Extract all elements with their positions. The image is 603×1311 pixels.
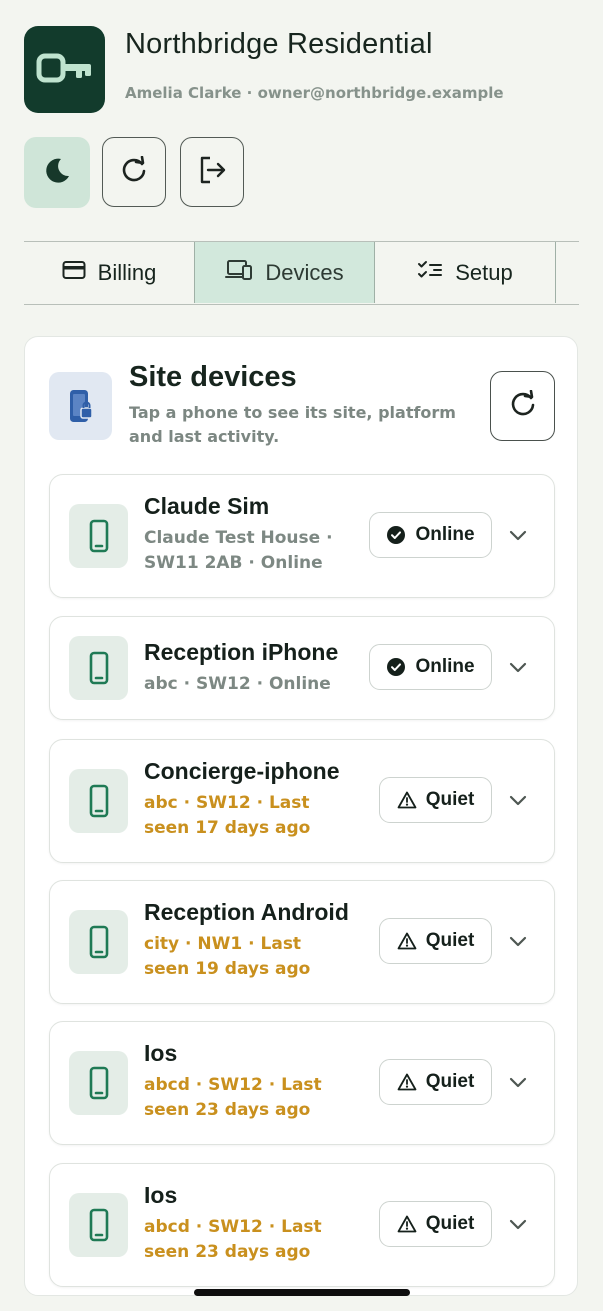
device-name: Ios <box>144 1182 178 1208</box>
status-badge: Quiet <box>379 777 492 823</box>
card-title: Site devices <box>129 361 297 393</box>
chevron-down-icon[interactable] <box>506 523 530 547</box>
phone-icon <box>69 1051 128 1115</box>
chevron-down-icon[interactable] <box>506 1070 530 1094</box>
phone-icon <box>69 910 128 974</box>
check-circle-icon <box>386 657 406 677</box>
status-label: Quiet <box>425 1213 475 1234</box>
checklist-icon <box>417 260 443 286</box>
status-badge: Quiet <box>379 1201 492 1247</box>
device-row[interactable]: Concierge-iphone abc · SW12 · Last seen 1… <box>49 739 555 863</box>
status-badge: Online <box>369 512 492 558</box>
status-label: Quiet <box>425 789 475 810</box>
card-subtitle: Tap a phone to see its site, platform an… <box>129 403 456 446</box>
section-tabs: Billing Devices Setup <box>24 241 579 305</box>
device-name: Ios <box>144 1040 178 1066</box>
refresh-icon <box>509 389 537 422</box>
device-row[interactable]: Reception Android city · NW1 · Last seen … <box>49 880 555 1004</box>
status-badge: Quiet <box>379 1059 492 1105</box>
status-badge: Online <box>369 644 492 690</box>
account-subtitle: Amelia Clarke · owner@northbridge.exampl… <box>125 84 504 102</box>
device-row[interactable]: Claude Sim Claude Test House · SW11 2AB ·… <box>49 474 555 598</box>
device-name: Reception iPhone <box>144 639 339 665</box>
tab-setup-label: Setup <box>455 259 513 285</box>
status-label: Online <box>415 524 475 545</box>
home-indicator <box>194 1289 410 1296</box>
status-badge: Quiet <box>379 918 492 964</box>
sign-out-icon <box>197 155 227 189</box>
device-name: Concierge-iphone <box>144 758 340 784</box>
device-row[interactable]: Ios abcd · SW12 · Last seen 23 days ago Qu… <box>49 1021 555 1145</box>
card-header: Site devices Tap a phone to see its site… <box>25 337 577 467</box>
device-meta: abcd · SW12 · Last seen 23 days ago <box>144 1217 322 1262</box>
app-logo <box>24 26 105 113</box>
site-devices-card: Site devices Tap a phone to see its site… <box>24 336 578 1296</box>
chevron-down-icon[interactable] <box>506 929 530 953</box>
device-name: Reception Android <box>144 899 349 925</box>
phone-lock-icon <box>49 372 112 440</box>
chevron-down-icon[interactable] <box>506 655 530 679</box>
app-header: Northbridge Residential Amelia Clarke · … <box>24 26 583 116</box>
moon-icon <box>42 156 72 190</box>
sign-out-button[interactable] <box>180 137 244 207</box>
warning-icon <box>397 932 417 950</box>
check-circle-icon <box>386 525 406 545</box>
tab-devices-label: Devices <box>265 259 344 285</box>
tab-setup[interactable]: Setup <box>375 242 556 303</box>
theme-toggle-button[interactable] <box>24 137 90 208</box>
device-meta: Claude Test House · SW11 2AB · Online <box>144 528 333 573</box>
phone-icon <box>69 636 128 700</box>
refresh-button[interactable] <box>102 137 166 207</box>
refresh-icon <box>120 155 148 188</box>
phone-icon <box>69 769 128 833</box>
device-row[interactable]: Reception iPhone abc · SW12 · Online Onlin… <box>49 616 555 720</box>
tab-billing-label: Billing <box>97 259 157 285</box>
warning-icon <box>397 791 417 809</box>
tab-billing[interactable]: Billing <box>24 242 194 303</box>
devices-icon <box>225 259 253 287</box>
credit-card-icon <box>62 260 86 286</box>
status-label: Quiet <box>425 1071 475 1092</box>
refresh-devices-button[interactable] <box>490 371 555 441</box>
chevron-down-icon[interactable] <box>506 788 530 812</box>
device-meta: abcd · SW12 · Last seen 23 days ago <box>144 1075 322 1120</box>
tab-devices[interactable]: Devices <box>194 242 375 303</box>
device-name: Claude Sim <box>144 493 270 519</box>
device-meta: city · NW1 · Last seen 19 days ago <box>144 934 311 979</box>
key-icon <box>36 52 94 88</box>
page-title: Northbridge Residential <box>125 28 433 60</box>
warning-icon <box>397 1215 417 1233</box>
phone-icon <box>69 1193 128 1257</box>
device-meta: abc · SW12 · Online <box>144 674 331 694</box>
device-row[interactable]: Ios abcd · SW12 · Last seen 23 days ago Qu… <box>49 1163 555 1287</box>
device-meta: abc · SW12 · Last seen 17 days ago <box>144 793 311 838</box>
status-label: Quiet <box>425 930 475 951</box>
chevron-down-icon[interactable] <box>506 1212 530 1236</box>
status-label: Online <box>415 656 475 677</box>
warning-icon <box>397 1073 417 1091</box>
phone-icon <box>69 504 128 568</box>
